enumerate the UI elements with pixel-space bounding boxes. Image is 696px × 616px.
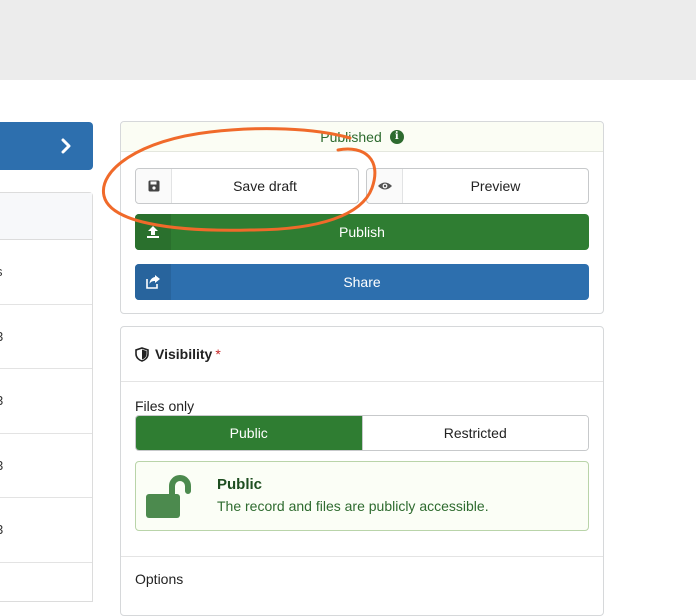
public-option-button[interactable]: Public: [136, 416, 362, 450]
share-square-icon: [135, 264, 171, 300]
visibility-toggle: Public Restricted: [135, 415, 589, 451]
public-message-title: Public: [217, 476, 263, 493]
save-draft-button[interactable]: Save draft: [135, 168, 359, 204]
left-panel-next-button[interactable]: [0, 122, 93, 170]
info-circle-icon[interactable]: i: [389, 129, 404, 144]
unlock-icon: [146, 475, 191, 518]
visibility-title: Visibility: [155, 346, 213, 362]
share-label: Share: [343, 274, 381, 290]
preview-label: Preview: [470, 178, 521, 194]
restricted-option-button[interactable]: Restricted: [361, 416, 588, 450]
status-label: Published: [320, 128, 382, 145]
list-item[interactable]: 3: [0, 434, 92, 498]
shield-icon: [135, 346, 149, 362]
status-header: Published i: [121, 122, 603, 152]
divider: [121, 556, 603, 557]
list-item[interactable]: 3: [0, 369, 92, 434]
list-item[interactable]: s: [0, 240, 92, 305]
top-bar: [0, 0, 696, 80]
left-list-panel: s 3 3 3 3: [0, 192, 93, 602]
eye-icon: [367, 169, 403, 203]
visibility-panel: Visibility * Files only Public Restricte…: [120, 326, 604, 616]
draft-preview-row: Save draft Preview: [135, 168, 589, 204]
list-item[interactable]: 3: [0, 498, 92, 563]
chevron-right-icon: [61, 138, 71, 154]
required-mark: *: [215, 346, 221, 362]
publish-label: Publish: [339, 224, 385, 240]
public-message-description: The record and files are publicly access…: [217, 498, 489, 514]
upload-icon: [135, 214, 171, 250]
public-access-message: Public The record and files are publicly…: [135, 461, 589, 531]
deposit-status-panel: Published i Save draft Preview Publish S…: [120, 121, 604, 314]
options-label[interactable]: Options: [135, 571, 183, 587]
floppy-disk-icon: [136, 169, 172, 203]
publish-button[interactable]: Publish: [135, 214, 589, 250]
save-draft-label: Save draft: [233, 178, 297, 194]
share-button[interactable]: Share: [135, 264, 589, 300]
left-list-header: [0, 193, 92, 240]
files-only-label: Files only: [135, 398, 195, 414]
preview-button[interactable]: Preview: [366, 168, 589, 204]
list-item[interactable]: 3: [0, 305, 92, 369]
visibility-header: Visibility *: [121, 327, 603, 382]
